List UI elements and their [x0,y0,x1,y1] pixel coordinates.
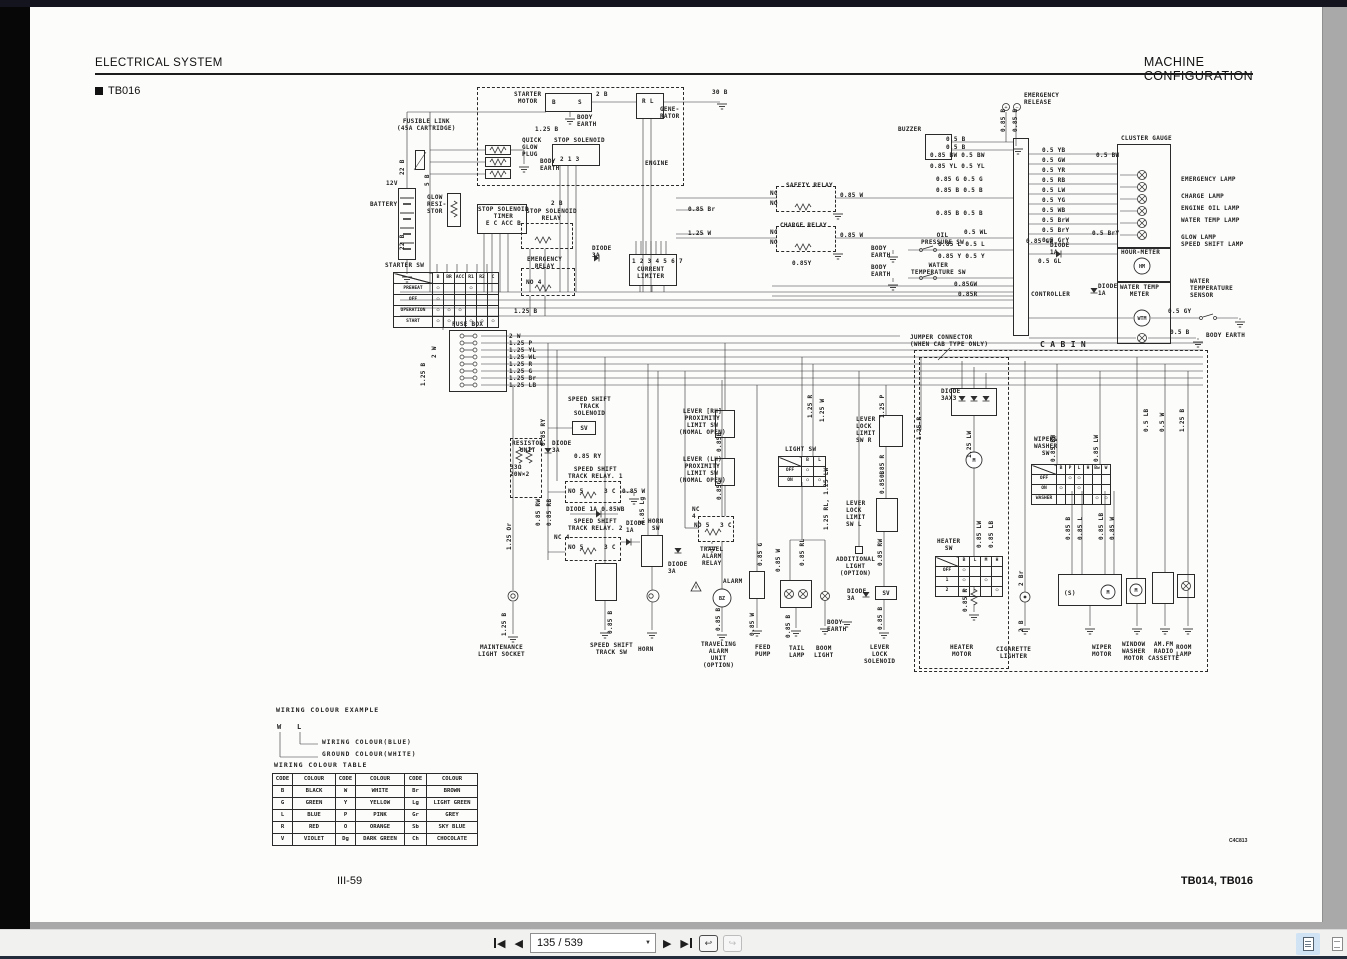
single-page-view-icon [1303,937,1314,951]
dropdown-caret-icon[interactable]: ▼ [645,940,651,946]
page-header-right: MACHINE CONFIGURATION [1144,55,1253,83]
next-view-button[interactable]: ↪ [723,935,742,952]
footer-models: TB014, TB016 [1181,875,1253,887]
viewer-background-left [0,7,30,929]
page-number-input[interactable]: 135 / 539 ▼ [530,933,656,953]
page-number: III-59 [337,875,362,887]
previous-page-button[interactable]: ◀ [512,936,524,951]
continuous-view-button[interactable] [1296,933,1320,955]
first-page-button[interactable]: ◀ [492,936,507,951]
last-page-button[interactable]: ▶ [678,936,693,951]
next-page-button[interactable]: ▶ [661,936,673,951]
page-header-left: ELECTRICAL SYSTEM [95,57,223,69]
header-rule [95,73,1253,75]
page-navigation: ◀ ◀ 135 / 539 ▼ ▶ ▶ ↩ ↪ [492,933,742,953]
bullet-square-icon [95,87,103,95]
document-page [30,7,1322,922]
pdf-viewer-window: ELECTRICAL SYSTEM MACHINE CONFIGURATION … [0,0,1347,959]
page-break-view-icon [1332,937,1343,951]
viewer-toolbar: ◀ ◀ 135 / 539 ▼ ▶ ▶ ↩ ↪ [0,929,1347,957]
model-heading: TB016 [95,85,140,97]
window-top-edge [0,0,1347,7]
layout-toggles [1296,933,1347,955]
first-page-icon: ◀ [497,938,505,949]
previous-page-icon: ◀ [514,938,522,949]
forward-arrow-icon: ↪ [729,938,737,949]
page-indicator: 135 / 539 [537,937,583,949]
figure-code: C4C813 [1229,838,1247,844]
back-arrow-icon: ↩ [705,938,713,949]
last-page-icon: ▶ [680,938,688,949]
previous-view-button[interactable]: ↩ [699,935,718,952]
model-label: TB016 [108,85,140,97]
next-page-icon: ▶ [663,938,671,949]
non-continuous-view-button[interactable] [1325,933,1347,955]
